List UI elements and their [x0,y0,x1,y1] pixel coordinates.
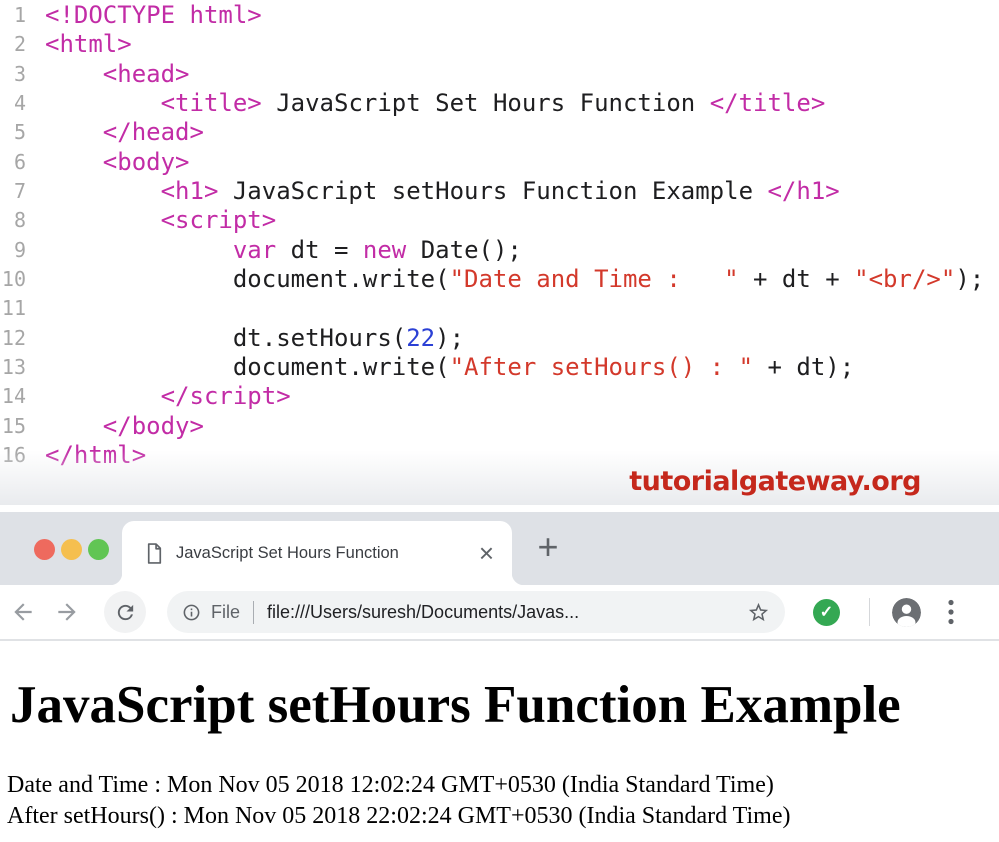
code-text: <html> [26,30,132,59]
line-number: 2 [0,30,26,59]
code-text: </script> [26,382,291,411]
browser-tab-bar: JavaScript Set Hours Function × + [0,512,999,585]
code-line: 15 </body> [0,412,999,441]
profile-button[interactable] [892,598,921,627]
code-text: dt.setHours(22); [26,324,464,353]
line-number: 9 [0,236,26,265]
toolbar-divider [869,598,870,626]
document-icon [146,543,163,564]
new-tab-button[interactable]: + [526,526,570,570]
code-line: 13 document.write("After setHours() : " … [0,353,999,382]
check-icon: ✓ [820,602,833,622]
browser-toolbar: File file:///Users/suresh/Documents/Java… [0,585,999,641]
page-heading: JavaScript setHours Function Example [0,677,999,734]
code-line: 3 <head> [0,60,999,89]
line-number: 13 [0,353,26,382]
bookmark-star-button[interactable] [747,601,770,624]
mac-minimize-button[interactable] [61,539,82,560]
line-number: 3 [0,60,26,89]
info-icon [182,603,201,622]
code-text: </head> [26,118,204,147]
tab-title: JavaScript Set Hours Function [176,544,471,563]
back-button[interactable] [10,599,36,625]
kebab-menu-icon [948,599,954,625]
browser-tab[interactable]: JavaScript Set Hours Function × [122,521,512,585]
code-text: <head> [26,60,190,89]
star-icon [747,601,770,624]
page-content: JavaScript setHours Function Example Dat… [0,641,999,832]
extension-button[interactable]: ✓ [813,599,840,626]
code-line: 5 </head> [0,118,999,147]
line-number: 5 [0,118,26,147]
code-line: 8 <script> [0,206,999,235]
address-bar[interactable]: File file:///Users/suresh/Documents/Java… [167,591,785,633]
forward-arrow-icon [54,599,80,625]
mac-zoom-button[interactable] [88,539,109,560]
url-text: file:///Users/suresh/Documents/Javas... [267,602,579,623]
code-text: <title> JavaScript Set Hours Function </… [26,89,825,118]
code-text [26,294,45,323]
back-arrow-icon [10,599,36,625]
code-text: document.write("Date and Time : " + dt +… [26,265,984,294]
code-line: 10 document.write("Date and Time : " + d… [0,265,999,294]
reload-icon [114,601,137,624]
line-number: 10 [0,265,26,294]
code-lines: 1<!DOCTYPE html>2<html>3 <head>4 <title>… [0,0,999,471]
line-number: 14 [0,382,26,411]
code-text: </body> [26,412,204,441]
code-text: var dt = new Date(); [26,236,522,265]
line-number: 1 [0,1,26,30]
window-controls [34,539,109,560]
code-text: <!DOCTYPE html> [26,1,262,30]
code-text: <script> [26,206,276,235]
code-line: 2<html> [0,30,999,59]
forward-button[interactable] [54,599,80,625]
line-number: 4 [0,89,26,118]
code-text: document.write("After setHours() : " + d… [26,353,854,382]
screen: 1<!DOCTYPE html>2<html>3 <head>4 <title>… [0,0,999,842]
code-line: 9 var dt = new Date(); [0,236,999,265]
output-line-2: After setHours() : Mon Nov 05 2018 22:02… [7,801,999,832]
line-number: 6 [0,148,26,177]
code-line: 7 <h1> JavaScript setHours Function Exam… [0,177,999,206]
line-number: 12 [0,324,26,353]
mac-close-button[interactable] [34,539,55,560]
output-line-1: Date and Time : Mon Nov 05 2018 12:02:24… [7,770,999,801]
tab-close-button[interactable]: × [479,540,494,566]
code-line: 1<!DOCTYPE html> [0,1,999,30]
line-number: 15 [0,412,26,441]
menu-button[interactable] [948,599,954,625]
code-line: 12 dt.setHours(22); [0,324,999,353]
code-text: <h1> JavaScript setHours Function Exampl… [26,177,840,206]
line-number: 8 [0,206,26,235]
code-text: <body> [26,148,190,177]
code-line: 4 <title> JavaScript Set Hours Function … [0,89,999,118]
code-line: 6 <body> [0,148,999,177]
code-line: 11 [0,294,999,323]
code-line: 14 </script> [0,382,999,411]
avatar-icon [892,598,921,627]
line-number: 11 [0,294,26,323]
line-number: 7 [0,177,26,206]
reload-button[interactable] [104,591,146,633]
tutorialgateway-watermark: tutorialgateway.org [629,466,921,497]
code-editor: 1<!DOCTYPE html>2<html>3 <head>4 <title>… [0,0,999,512]
address-divider [253,601,254,624]
file-scheme-label: File [211,602,240,623]
